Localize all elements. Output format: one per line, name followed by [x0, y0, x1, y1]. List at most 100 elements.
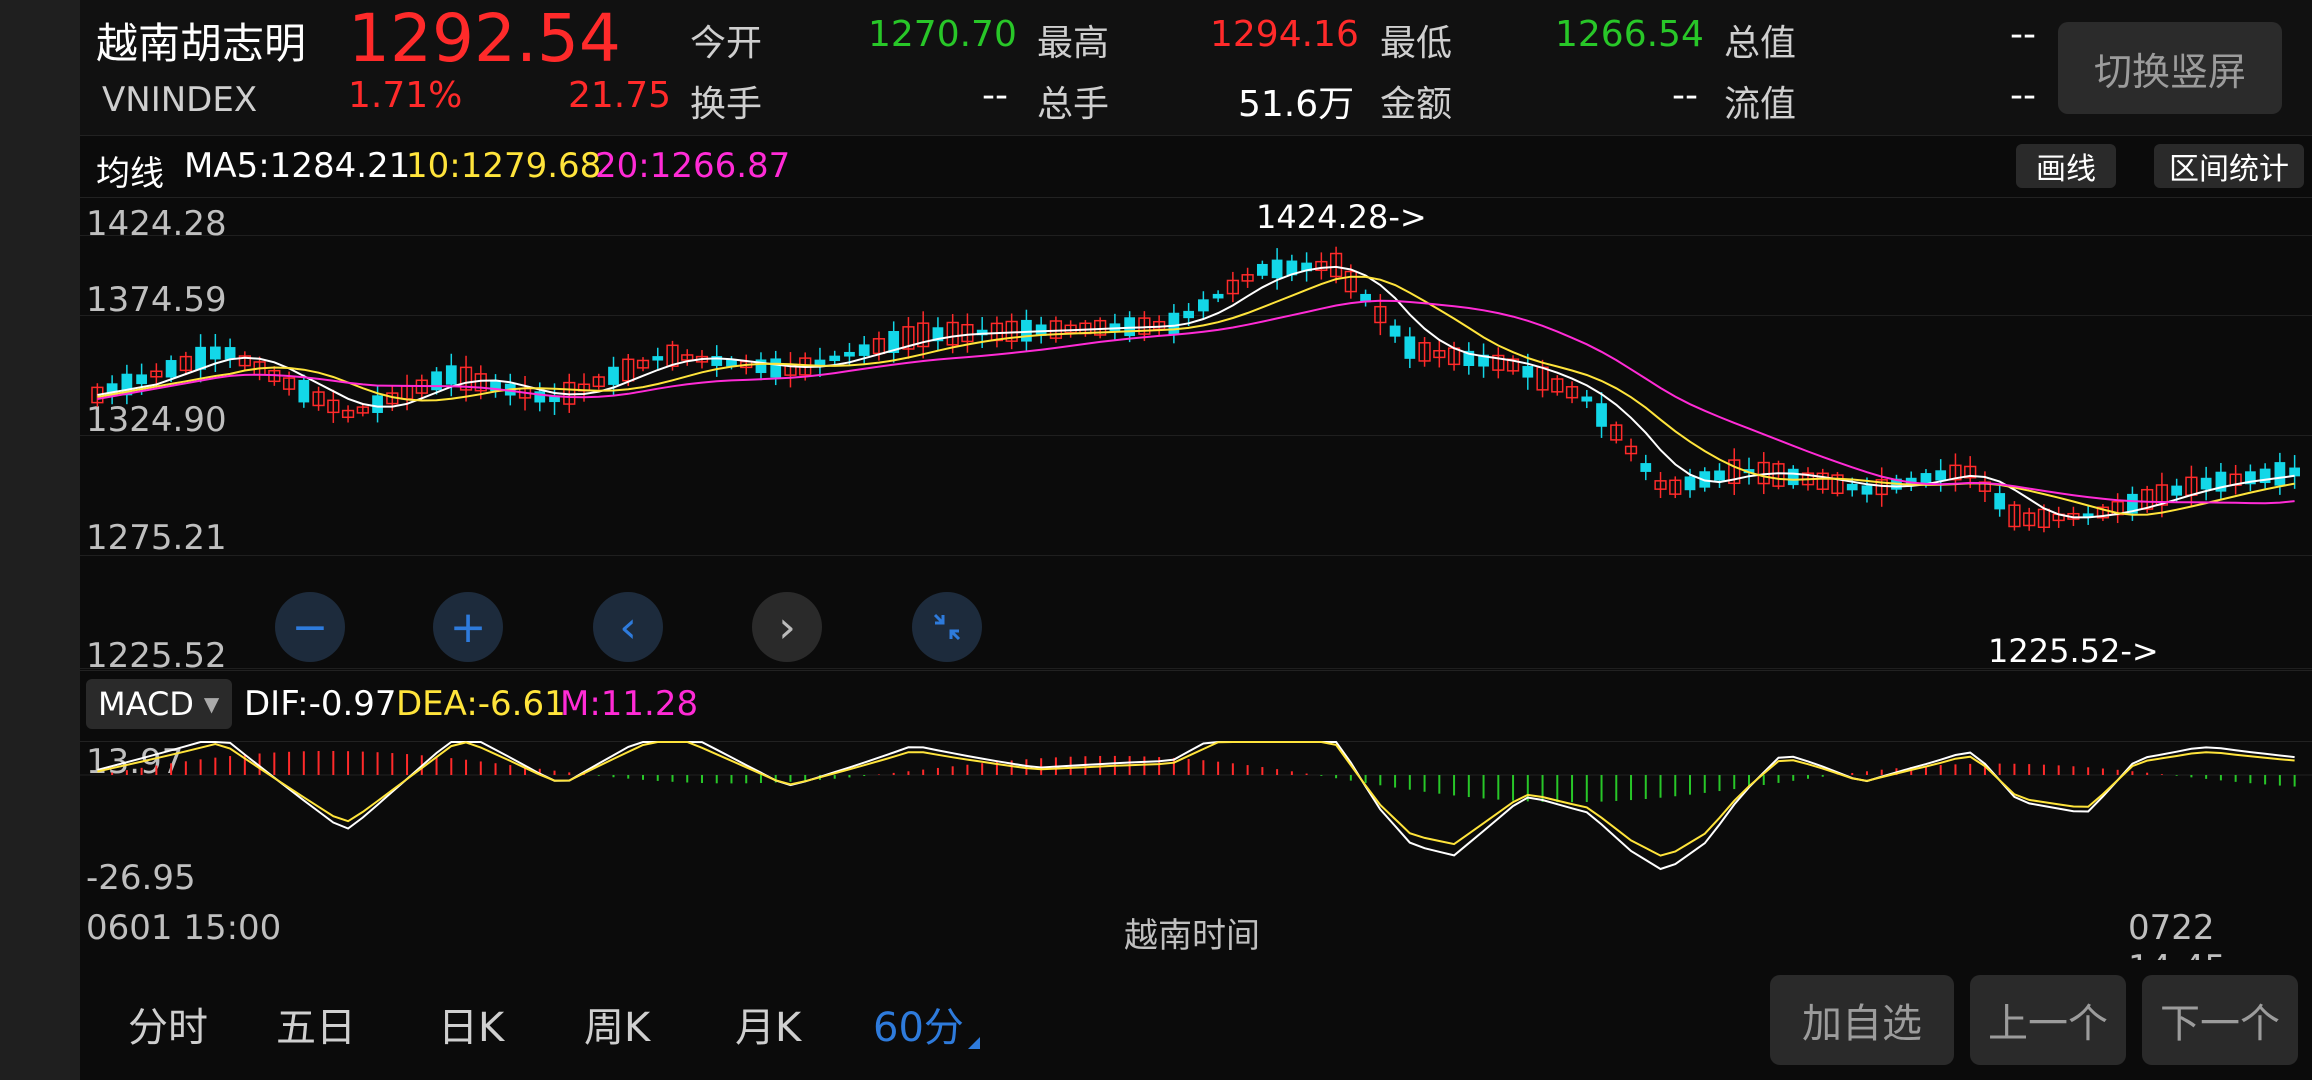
candle-body [1522, 366, 1534, 378]
low-label: 最低 [1380, 23, 1453, 64]
range-stats-button[interactable]: 区间统计 [2154, 144, 2304, 188]
candle-body [209, 346, 221, 360]
candle-body [2289, 467, 2300, 477]
candle-body [814, 359, 826, 366]
candle-body [652, 356, 664, 361]
candle-body [534, 391, 546, 403]
current-price: 1292.54 [348, 0, 621, 77]
minus-icon: − [291, 601, 329, 653]
left-rail [0, 0, 80, 1080]
plus-icon: + [449, 601, 487, 653]
candle-body [1271, 259, 1283, 279]
float-value-value: -- [2010, 75, 2036, 116]
candle-body [1920, 473, 1932, 484]
total-volume-value: 51.6万 [1238, 84, 1355, 125]
open-value: 1270.70 [868, 14, 1017, 55]
candlestick-chart [91, 246, 2300, 533]
macd-dif: DIF:-0.97 [244, 684, 397, 724]
candle-body [1846, 483, 1858, 491]
float-value-label: 流值 [1724, 84, 1797, 125]
ma10-value: 10:1279.68 [406, 146, 602, 186]
amount-label: 金额 [1380, 84, 1453, 125]
ma5-value: MA5:1284.21 [184, 146, 411, 186]
dropdown-triangle-icon: ▼ [203, 692, 220, 716]
index-name: 越南胡志明 [96, 19, 307, 68]
candle-body [1183, 310, 1194, 319]
candle-body [1256, 263, 1268, 276]
candle-body [1861, 485, 1873, 495]
candle-body [1389, 325, 1401, 337]
next-button[interactable]: 下一个 [2142, 975, 2298, 1065]
low-value: 1266.54 [1555, 14, 1704, 55]
macd-dea: DEA:-6.61 [396, 684, 566, 724]
high-value: 1294.16 [1210, 14, 1359, 55]
candle-body [844, 351, 855, 357]
candles [91, 246, 2300, 533]
candle-body [1212, 293, 1224, 299]
turnover-value: -- [982, 75, 1008, 116]
candle-body [298, 379, 310, 403]
candle-body [770, 358, 782, 378]
candle-body [2274, 462, 2286, 486]
high-marker: 1424.28-> [1256, 198, 1427, 236]
candle-body [858, 344, 870, 356]
draw-line-button[interactable]: 画线 [2016, 144, 2116, 188]
macd-histogram [111, 750, 2296, 803]
tab-monthly-k[interactable]: 月K [735, 995, 801, 1053]
turnover-label: 换手 [690, 84, 763, 125]
candle-body [445, 365, 457, 385]
tab-60min[interactable]: 60分 [873, 995, 964, 1053]
candle-body [1787, 468, 1799, 486]
candle-body [608, 366, 619, 385]
indicator-selector[interactable]: MACD ▼ [86, 679, 232, 729]
ma20-value: 20:1266.87 [595, 146, 791, 186]
candle-body [829, 355, 841, 362]
total-value-value: -- [2010, 14, 2036, 55]
add-watchlist-button[interactable]: 加自选 [1770, 975, 1954, 1065]
candle-body [1684, 476, 1696, 491]
tab-five-day[interactable]: 五日 [276, 995, 356, 1053]
chevron-right-icon: › [778, 601, 796, 653]
low-marker: 1225.52-> [1988, 632, 2159, 670]
switch-portrait-button[interactable]: 切换竖屏 [2058, 22, 2282, 114]
previous-button[interactable]: 上一个 [1970, 975, 2126, 1065]
time-start: 0601 15:00 [86, 908, 282, 948]
candle-body [2200, 477, 2212, 490]
candle-body [224, 347, 236, 360]
reset-zoom-button[interactable] [912, 592, 982, 662]
index-symbol: VNINDEX [102, 80, 258, 120]
candle-body [165, 360, 177, 378]
candle-body [1581, 396, 1593, 402]
high-label: 最高 [1037, 23, 1110, 64]
candle-body [1596, 403, 1607, 427]
tab-intraday[interactable]: 分时 [128, 995, 208, 1053]
total-volume-label: 总手 [1037, 84, 1110, 125]
zoom-in-button[interactable]: + [433, 592, 503, 662]
open-label: 今开 [690, 23, 763, 64]
dif-line [97, 741, 2295, 871]
zoom-out-button[interactable]: − [275, 592, 345, 662]
total-value-label: 总值 [1724, 23, 1797, 64]
candle-body [431, 371, 442, 391]
candle-body [1935, 470, 1947, 481]
dropdown-corner-icon [968, 1037, 980, 1049]
dea-line [97, 741, 2295, 857]
change-amount: 21.75 [568, 75, 672, 116]
macd-m: M:11.28 [560, 684, 699, 724]
ma-title: 均线 [96, 154, 164, 194]
candle-body [1168, 312, 1180, 335]
time-zone-label: 越南时间 [1124, 916, 1260, 956]
tab-weekly-k[interactable]: 周K [584, 995, 650, 1053]
indicator-selector-label: MACD [98, 685, 194, 723]
candle-body [1124, 317, 1136, 337]
tab-daily-k[interactable]: 日K [438, 995, 504, 1053]
candle-body [2171, 485, 2183, 496]
candle-body [1640, 463, 1652, 472]
candle-body [1714, 470, 1725, 481]
chevron-left-icon: ‹ [619, 601, 637, 653]
scroll-right-button[interactable]: › [752, 592, 822, 662]
scroll-left-button[interactable]: ‹ [593, 592, 663, 662]
candle-body [1994, 493, 2006, 510]
candle-body [1404, 336, 1416, 359]
change-percent: 1.71% [348, 75, 463, 116]
